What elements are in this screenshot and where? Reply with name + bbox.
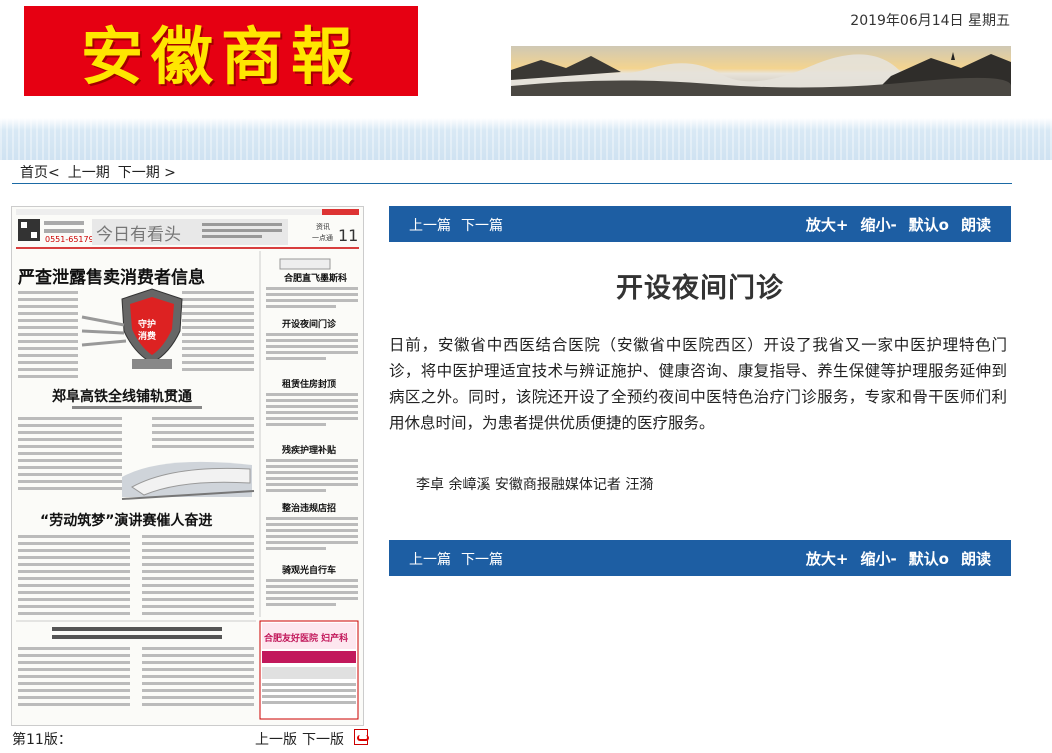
svg-text:守护: 守护 — [138, 318, 156, 330]
default-size-button[interactable]: 默认o — [909, 214, 949, 235]
zoom-in-button[interactable]: 放大+ — [806, 548, 849, 569]
article-byline: 李卓 余嶂溪 安徽商报融媒体记者 汪漪 — [416, 477, 654, 493]
preview-headline-6: 租赁住房封顶 — [282, 378, 336, 390]
zoom-out-button[interactable]: 缩小- — [860, 214, 896, 235]
read-aloud-button[interactable]: 朗读 — [961, 214, 991, 235]
preview-headline-4: 合肥直飞墨斯科 — [284, 272, 347, 284]
zoom-in-button[interactable]: 放大+ — [806, 214, 849, 235]
prev-article-button[interactable]: 上一篇 — [409, 215, 451, 235]
preview-headline-2: 郑阜高铁全线铺轨贯通 — [52, 388, 192, 405]
issue-nav: 首页< 上一期 下一期 > — [12, 160, 1012, 184]
article-body: 日前，安徽省中西医结合医院（安徽省中医院西区）开设了我省又一家中医护理特色门诊，… — [389, 336, 1007, 432]
preview-headline-8: 整治违规店招 — [281, 502, 336, 514]
svg-text:消费: 消费 — [138, 330, 156, 342]
next-article-button[interactable]: 下一篇 — [461, 549, 503, 569]
preview-ad-text: 合肥友好医院 妇产科 — [264, 632, 348, 644]
next-article-button[interactable]: 下一篇 — [461, 215, 503, 235]
article-toolbar-top: 上一篇 下一篇 放大+ 缩小- 默认o 朗读 — [389, 206, 1011, 242]
svg-text:11: 11 — [338, 226, 358, 245]
logo-text: 安徽商報 — [80, 20, 361, 93]
article-toolbar-bottom: 上一篇 下一篇 放大+ 缩小- 默认o 朗读 — [389, 540, 1011, 576]
prev-issue-link[interactable]: 上一期 — [68, 162, 110, 182]
preview-headline-9: 骑观光自行车 — [282, 564, 336, 576]
newspaper-logo[interactable]: 安徽商報 — [24, 6, 418, 96]
article-title: 开设夜间门诊 — [616, 273, 784, 304]
header-banner-image — [511, 46, 1011, 96]
default-size-button[interactable]: 默认o — [909, 548, 949, 569]
issue-date: 2019年06月14日 星期五 — [850, 13, 1010, 29]
next-issue-link[interactable]: 下一期 > — [118, 162, 176, 182]
zoom-out-button[interactable]: 缩小- — [860, 548, 896, 569]
svg-text:一点通: 一点通 — [312, 233, 333, 242]
pdf-icon[interactable] — [354, 729, 369, 745]
header-decoration — [0, 118, 1052, 160]
page-number-label: 第11版： — [12, 732, 72, 748]
page-bar: 第11版： 上一版 下一版 — [12, 727, 372, 749]
svg-text:资讯: 资讯 — [316, 222, 330, 231]
page-preview[interactable]: 0551-65179688 今日有看头 资讯 一点通 11 严查泄露售卖消费者信… — [11, 206, 364, 726]
preview-headline-1: 严查泄露售卖消费者信息 — [18, 267, 205, 288]
home-link[interactable]: 首页< — [20, 162, 60, 182]
preview-headline-7: 残疾护理补贴 — [282, 444, 336, 456]
preview-headline-0: 今日有看头 — [96, 225, 181, 245]
prev-page-link[interactable]: 上一版 — [255, 729, 297, 749]
next-page-link[interactable]: 下一版 — [302, 729, 344, 749]
preview-headline-5: 开设夜间门诊 — [282, 318, 337, 330]
read-aloud-button[interactable]: 朗读 — [961, 548, 991, 569]
preview-headline-3: “劳动筑梦”演讲赛催人奋进 — [40, 512, 212, 529]
prev-article-button[interactable]: 上一篇 — [409, 549, 451, 569]
